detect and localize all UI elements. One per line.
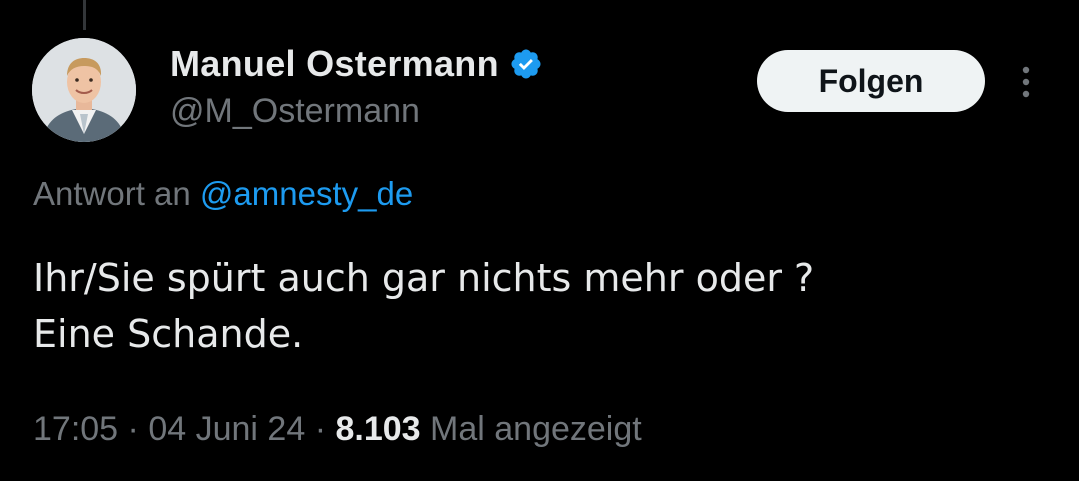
verified-badge-icon[interactable] (509, 47, 543, 81)
author-display-name[interactable]: Manuel Ostermann (170, 43, 499, 85)
tweet-text-line: Eine Schande. (33, 312, 304, 356)
more-options-button[interactable] (1012, 60, 1040, 104)
author-name-row[interactable]: Manuel Ostermann (170, 42, 543, 86)
follow-button[interactable]: Folgen (757, 50, 985, 112)
thread-connector-line (83, 0, 86, 30)
meta-separator: · (314, 410, 327, 448)
tweet-text-line: Ihr/Sie spürt auch gar nichts mehr oder … (33, 256, 815, 300)
tweet-date[interactable]: 04 Juni 24 (148, 410, 305, 448)
tweet-meta: 17:05 · 04 Juni 24 · 8.103 Mal angezeigt (33, 410, 642, 449)
tweet-text: Ihr/Sie spürt auch gar nichts mehr oder … (33, 250, 1043, 362)
avatar[interactable] (32, 38, 136, 142)
views-count[interactable]: 8.103 (335, 410, 420, 448)
views-label[interactable]: Mal angezeigt (430, 410, 642, 448)
reply-mention-link[interactable]: @amnesty_de (200, 175, 413, 212)
profile-photo (32, 38, 136, 142)
more-vertical-icon (1022, 66, 1030, 98)
tweet-time[interactable]: 17:05 (33, 410, 118, 448)
reply-prefix: Antwort an (33, 175, 191, 212)
meta-separator: · (127, 410, 139, 448)
reply-context: Antwort an @amnesty_de (33, 175, 413, 213)
author-handle[interactable]: @M_Ostermann (170, 92, 420, 131)
